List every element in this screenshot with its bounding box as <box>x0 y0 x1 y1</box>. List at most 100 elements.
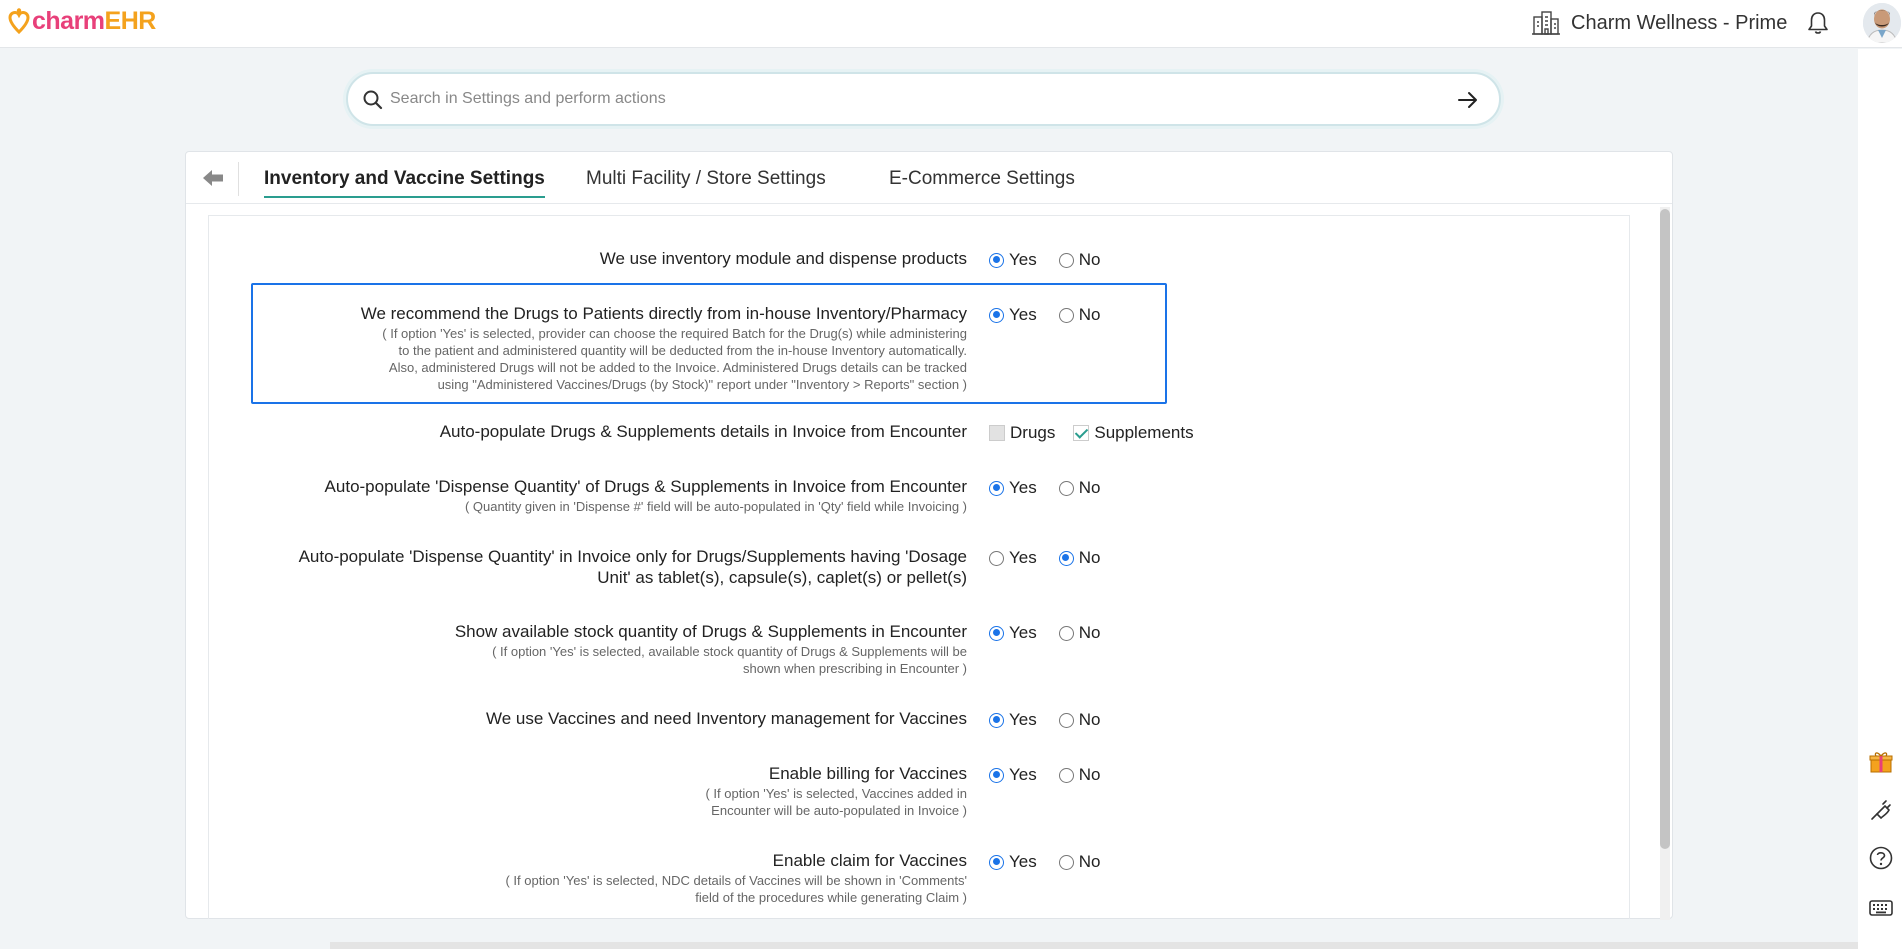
radio-no[interactable]: No <box>1058 765 1101 785</box>
radio-button[interactable] <box>989 625 1004 641</box>
radio-button[interactable] <box>989 480 1004 496</box>
radio-button[interactable] <box>1058 767 1074 783</box>
checkbox[interactable] <box>989 425 1005 441</box>
user-avatar[interactable] <box>1863 3 1901 43</box>
scrollbar[interactable] <box>1660 207 1670 920</box>
setting-description: ( If option 'Yes' is selected, provider … <box>209 325 967 393</box>
radio-yes[interactable]: Yes <box>989 305 1037 325</box>
search-icon <box>363 90 383 110</box>
setting-label-line: Unit' as tablet(s), capsule(s), caplet(s… <box>597 568 967 587</box>
radio-button[interactable] <box>1058 307 1074 323</box>
radio-yes-label: Yes <box>1009 478 1037 497</box>
setting-description-line: to the patient and administered quantity… <box>398 343 967 358</box>
radio-no[interactable]: No <box>1058 852 1101 872</box>
plug-icon[interactable] <box>1868 797 1894 823</box>
radio-yes[interactable]: Yes <box>989 852 1037 872</box>
radio-button[interactable] <box>1058 712 1074 728</box>
setting-description-line: using "Administered Vaccines/Drugs (by S… <box>437 377 967 392</box>
checkbox-supplements-label: Supplements <box>1094 423 1194 442</box>
radio-yes-label: Yes <box>1009 250 1037 269</box>
radio-no[interactable]: No <box>1058 548 1101 568</box>
radio-yes[interactable]: Yes <box>989 623 1037 643</box>
radio-button[interactable] <box>989 307 1004 323</box>
radio-button[interactable] <box>989 767 1004 783</box>
radio-button[interactable] <box>989 854 1004 870</box>
radio-yes[interactable]: Yes <box>989 548 1037 568</box>
radio-no-label: No <box>1078 250 1101 269</box>
radio-button[interactable] <box>1058 252 1074 268</box>
arrow-right-icon[interactable] <box>1455 87 1481 113</box>
radio-no-label: No <box>1078 852 1101 871</box>
radio-yes[interactable]: Yes <box>989 478 1037 498</box>
radio-button[interactable] <box>1058 480 1074 496</box>
setting-description: ( If option 'Yes' is selected, available… <box>209 643 967 677</box>
radio-no[interactable]: No <box>1058 623 1101 643</box>
radio-yes-label: Yes <box>1009 623 1037 642</box>
setting-description-line: ( If option 'Yes' is selected, NDC detai… <box>505 873 967 888</box>
keyboard-icon[interactable] <box>1868 895 1894 921</box>
radio-no-label: No <box>1078 305 1101 324</box>
radio-button[interactable] <box>989 252 1004 268</box>
back-arrow-icon[interactable] <box>202 169 224 187</box>
setting-label: We recommend the Drugs to Patients direc… <box>360 304 967 323</box>
setting-description-line: Also, administered Drugs will not be add… <box>388 360 967 375</box>
bell-icon[interactable] <box>1806 10 1830 36</box>
facility-selector[interactable]: Charm Wellness - Prime <box>1531 8 1787 38</box>
radio-yes-label: Yes <box>1009 765 1037 784</box>
tab-divider <box>238 162 239 196</box>
setting-label: Auto-populate 'Dispense Quantity' in Inv… <box>209 546 967 588</box>
settings-card: Inventory and Vaccine Settings Multi Fac… <box>185 151 1673 920</box>
horizontal-scrollbar[interactable] <box>330 942 1858 949</box>
tab-ecommerce-settings[interactable]: E-Commerce Settings <box>889 168 1075 198</box>
radio-yes[interactable]: Yes <box>989 710 1037 730</box>
tab-multi-facility-store-settings[interactable]: Multi Facility / Store Settings <box>586 168 826 198</box>
setting-label: Show available stock quantity of Drugs &… <box>454 622 967 641</box>
setting-description-line: field of the procedures while generating… <box>695 890 967 905</box>
setting-label: We use inventory module and dispense pro… <box>599 249 967 268</box>
radio-no[interactable]: No <box>1058 250 1101 270</box>
radio-no-label: No <box>1078 623 1101 642</box>
scrollbar-thumb[interactable] <box>1660 209 1670 849</box>
setting-label: Enable claim for Vaccines <box>772 851 967 870</box>
radio-button[interactable] <box>1058 550 1074 566</box>
checkbox-drugs[interactable]: Drugs <box>989 423 1055 443</box>
setting-description-line: ( If option 'Yes' is selected, available… <box>492 644 967 659</box>
setting-label: Auto-populate Drugs & Supplements detail… <box>439 422 967 441</box>
radio-no-label: No <box>1078 765 1101 784</box>
user-avatar-icon <box>1863 3 1901 43</box>
setting-label: Enable billing for Vaccines <box>768 764 967 783</box>
radio-no[interactable]: No <box>1058 478 1101 498</box>
radio-button[interactable] <box>989 550 1004 566</box>
radio-no-label: No <box>1078 478 1101 497</box>
radio-yes-label: Yes <box>1009 305 1037 324</box>
radio-yes[interactable]: Yes <box>989 765 1037 785</box>
facility-name: Charm Wellness - Prime <box>1571 11 1788 34</box>
radio-yes[interactable]: Yes <box>989 250 1037 270</box>
charmehr-logo[interactable]: charmEHR <box>8 6 156 36</box>
radio-yes-label: Yes <box>1009 710 1037 729</box>
setting-description-line: Encounter will be auto-populated in Invo… <box>711 803 967 818</box>
settings-search-input[interactable] <box>390 86 1400 112</box>
settings-search-bar <box>346 72 1501 126</box>
setting-description: ( Quantity given in 'Dispense #' field w… <box>209 498 967 515</box>
top-header: charmEHR Charm Wellness - Prime <box>0 0 1902 48</box>
help-icon[interactable] <box>1868 845 1894 871</box>
logo-text-charm: charm <box>32 7 105 35</box>
building-icon <box>1532 11 1560 35</box>
setting-label-line: Auto-populate 'Dispense Quantity' in Inv… <box>298 547 967 566</box>
radio-no[interactable]: No <box>1058 305 1101 325</box>
setting-description-line: ( Quantity given in 'Dispense #' field w… <box>464 499 967 514</box>
radio-no[interactable]: No <box>1058 710 1100 730</box>
setting-description-line: ( If option 'Yes' is selected, provider … <box>382 326 967 341</box>
settings-list: We use inventory module and dispense pro… <box>208 215 1630 919</box>
setting-description: ( If option 'Yes' is selected, Vaccines … <box>209 785 967 819</box>
radio-button[interactable] <box>989 712 1004 728</box>
checkbox[interactable] <box>1073 425 1090 441</box>
tab-inventory-vaccine-settings[interactable]: Inventory and Vaccine Settings <box>264 168 545 198</box>
gift-icon[interactable] <box>1868 749 1894 775</box>
checkbox-supplements[interactable]: Supplements <box>1073 423 1194 443</box>
radio-button[interactable] <box>1058 854 1074 870</box>
radio-no-label: No <box>1078 548 1101 567</box>
setting-description-line: ( If option 'Yes' is selected, Vaccines … <box>705 786 967 801</box>
radio-button[interactable] <box>1058 625 1074 641</box>
